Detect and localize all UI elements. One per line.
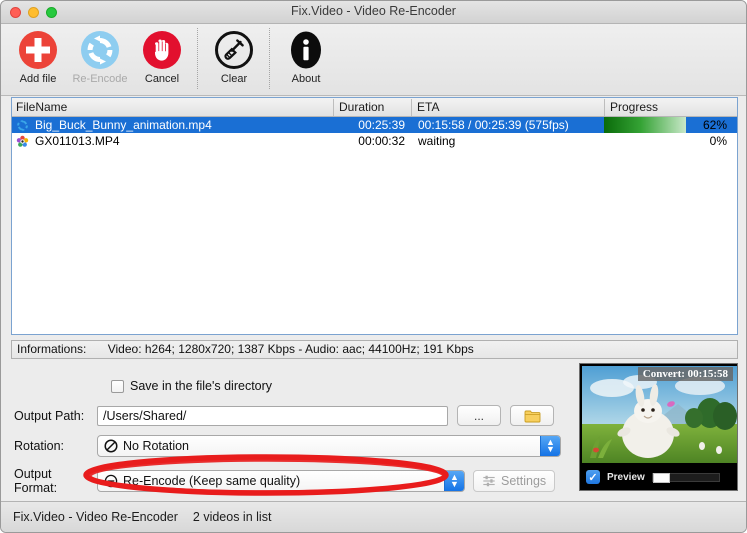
open-folder-button[interactable] (510, 405, 554, 426)
save-in-file-directory-label: Save in the file's directory (130, 379, 273, 393)
settings-button[interactable]: Settings (473, 470, 556, 492)
column-header-duration[interactable]: Duration (333, 98, 411, 116)
rotation-chevron-icon[interactable]: ▲ ▼ (540, 436, 560, 456)
column-header-eta[interactable]: ETA (411, 98, 604, 116)
row-progress-label: 0% (709, 134, 727, 148)
toolbar-divider-1 (197, 28, 199, 89)
status-app-name: Fix.Video - Video Re-Encoder (13, 510, 178, 524)
file-list[interactable]: FileName Duration ETA Progress Big_Buck_… (11, 97, 738, 335)
re-encode-button[interactable]: Re-Encode (69, 24, 131, 85)
column-header-progress[interactable]: Progress (604, 98, 737, 116)
row-filename-text: Big_Buck_Bunny_animation.mp4 (35, 118, 212, 132)
column-header-filename[interactable]: FileName (12, 99, 333, 116)
status-video-count: 2 videos in list (192, 510, 272, 524)
file-list-header: FileName Duration ETA Progress (12, 98, 737, 117)
rotation-label: Rotation: (14, 439, 65, 453)
info-circle-icon (275, 28, 337, 72)
status-bar: Fix.Video - Video Re-Encoder 2 videos in… (1, 501, 746, 532)
about-label: About (291, 73, 321, 85)
gopro-flower-icon (16, 135, 29, 147)
preview-checkbox-label: Preview (607, 471, 645, 483)
settings-label: Settings (501, 474, 547, 488)
rotation-value: No Rotation (123, 439, 190, 453)
broom-circle-icon (203, 28, 265, 72)
preview-footer: ✓ Preview (580, 464, 737, 490)
row-duration-cell: 00:00:32 (358, 134, 405, 148)
row-filename-cell: Big_Buck_Bunny_animation.mp4 (12, 117, 333, 133)
row-filename-text: GX011013.MP4 (35, 134, 120, 148)
table-row[interactable]: Big_Buck_Bunny_animation.mp4 00:25:39 00… (12, 117, 737, 133)
preview-checkbox[interactable]: ✓ (586, 470, 600, 484)
informations-bar: Informations: Video: h264; 1280x720; 138… (11, 340, 738, 359)
preview-slider-knob[interactable] (652, 472, 670, 483)
cancel-label: Cancel (144, 73, 180, 85)
rotation-select[interactable]: No Rotation ▲ ▼ (97, 435, 561, 457)
about-button[interactable]: About (275, 24, 337, 85)
refresh-blue-icon (17, 119, 28, 131)
table-row[interactable]: GX011013.MP4 00:00:32 waiting 0% (12, 133, 737, 149)
output-format-label: Output Format: (14, 467, 58, 495)
output-path-label: Output Path: (14, 408, 85, 423)
plus-circle-icon (7, 28, 69, 72)
application-window: Fix.Video - Video Re-Encoder Add file Re… (0, 0, 747, 533)
output-path-input[interactable]: /Users/Shared/ (97, 405, 448, 426)
add-file-button[interactable]: Add file (7, 24, 69, 85)
window-titlebar: Fix.Video - Video Re-Encoder (1, 1, 746, 24)
preview-slider[interactable] (651, 472, 720, 483)
stop-hand-icon (131, 28, 193, 72)
row-progress-cell: 0% (604, 133, 737, 149)
output-path-row: Output Path: /Users/Shared/ ... (1, 405, 561, 426)
rotation-row: Rotation: No Rotation ▲ ▼ (1, 435, 581, 457)
folder-icon (524, 410, 540, 422)
no-rotation-icon (104, 439, 118, 453)
preview-badge: Convert: 00:15:58 (637, 367, 733, 381)
save-in-file-directory-row[interactable]: Save in the file's directory (111, 379, 272, 393)
output-format-select[interactable]: Re-Encode (Keep same quality) ▲ ▼ (97, 470, 465, 492)
row-eta-cell: 00:15:58 / 00:25:39 (575fps) (418, 118, 569, 132)
window-title: Fix.Video - Video Re-Encoder (291, 4, 456, 18)
row-progress-label: 62% (702, 118, 727, 132)
re-encode-label: Re-Encode (72, 73, 128, 85)
sliders-icon (483, 475, 495, 487)
informations-value: Video: h264; 1280x720; 1387 Kbps - Audio… (107, 342, 474, 356)
save-in-file-directory-checkbox[interactable] (111, 379, 124, 393)
clear-label: Clear (220, 73, 248, 85)
row-duration-cell: 00:25:39 (358, 118, 405, 132)
row-eta-cell: waiting (418, 134, 456, 148)
toolbar-divider-2 (269, 28, 271, 89)
minus-circle-icon (104, 474, 118, 488)
cancel-button[interactable]: Cancel (131, 24, 193, 85)
output-format-chevron-icon[interactable]: ▲ ▼ (444, 471, 464, 491)
main-toolbar: Add file Re-Encode Cancel Clear About (1, 24, 746, 96)
add-file-label: Add file (19, 73, 57, 85)
clear-button[interactable]: Clear (203, 24, 265, 85)
row-progress-cell: 62% (604, 117, 737, 133)
refresh-circle-icon (69, 28, 131, 72)
browse-button[interactable]: ... (457, 405, 501, 426)
informations-label: Informations: (17, 342, 87, 356)
row-filename-cell: GX011013.MP4 (12, 133, 333, 149)
preview-panel[interactable]: Convert: 00:15:58 ✓ Preview (579, 363, 738, 491)
output-format-value: Re-Encode (Keep same quality) (123, 474, 301, 488)
